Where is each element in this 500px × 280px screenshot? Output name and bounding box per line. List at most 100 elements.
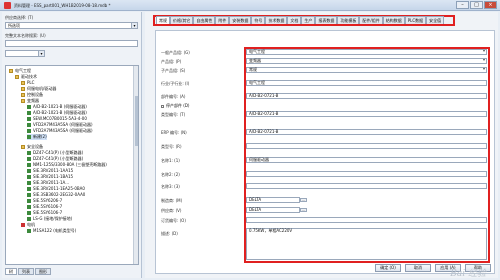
property-tabs: 常规 价格/其它 自由属性 附件 安装数据 符号 技术数据 文档 生产 报表数据… [153,15,455,26]
properties-panel: 常规 价格/其它 自由属性 附件 安装数据 符号 技术数据 文档 生产 报表数据… [145,12,498,279]
tab-list[interactable]: 列表 [18,268,34,275]
tab-production[interactable]: 生产 [301,16,316,24]
part-icon [27,193,31,197]
part-icon [27,229,31,233]
folder-icon [21,99,25,103]
checkbox-icon [161,104,164,108]
chevron-down-icon: ▾ [38,51,44,56]
field-label: 子产品组: (S) [161,68,186,73]
tab-attachments[interactable]: 附件 [215,16,230,24]
tree-label: 新建(2) [33,134,47,139]
type-dropdown[interactable]: 所选项 ▾ [5,22,138,29]
part-icon [27,217,31,221]
industry-field[interactable]: 电气工程 [246,80,487,86]
watermark-text: Bai 经验 [450,269,486,279]
field-label: 部件编号: (A) [161,94,186,99]
tab-price[interactable]: 价格/其它 [170,16,194,24]
left-panel: 供应商选择: (T) 所选项 ▾ 完整文本名称搜索: (U) ▾ 电气工程 驱动… [2,12,142,278]
field-label: 制造商: (M) [161,198,183,203]
discontinued-checkbox[interactable]: 停产部件 (D) [161,103,189,109]
folder-icon [21,93,25,97]
checkbox-label: 停产部件 (D) [166,103,190,108]
filter-dropdown[interactable]: ▾ [5,50,45,57]
tree-node-selected[interactable]: 新建(2) [27,134,47,140]
folder-icon [21,87,25,91]
tree-label: LS-G (接地/保护接地) [33,216,73,221]
part-icon [27,151,31,155]
view-tabs: 树 列表 图形 [5,268,51,275]
close-button[interactable]: × [484,1,497,9]
name1-field[interactable]: 伺服驱动器 [246,157,487,163]
field-label: 供应商: (V) [161,208,182,213]
general-form: 一般产品组: (G) 电气工程 产品组: (P) 变频器 子产品组: (S) 常… [155,30,495,274]
part-icon [27,123,31,127]
sub-product-group-select[interactable]: 常规 [246,67,487,73]
tab-tree[interactable]: 树 [5,268,17,275]
part-icon [27,205,31,209]
tab-report-data[interactable]: 报表数据 [315,16,338,24]
tree-node[interactable]: M1SA122 (电机类型号) [27,228,76,234]
part-icon [27,129,31,133]
app-icon [4,2,11,9]
part-icon [27,181,31,185]
tree-label: M1SA122 (电机类型号) [33,228,77,233]
field-label: 一般产品组: (G) [161,50,190,55]
tab-graphic[interactable]: 图形 [35,268,51,275]
part-icon [27,169,31,173]
window-controls: – □ × [456,1,497,9]
part-number-field[interactable]: A/D-B2-0721-B [246,93,487,99]
window-titlebar: 资料管理 - ESS_part001_WH1B2019-08-18.mdb * … [0,0,500,11]
product-group-select[interactable]: 变频器 [246,58,487,64]
scrollbar-thumb[interactable] [135,96,138,146]
part-icon [27,135,31,139]
tab-structure-data[interactable]: 结构数据 [382,16,405,24]
browse-button[interactable]: ... [300,208,307,212]
tab-function-templates[interactable]: 功能模板 [337,16,360,24]
part-icon [27,157,31,161]
part-icon [27,187,31,191]
tab-plc-data[interactable]: PLC数据 [404,16,427,24]
tree-scrollbar[interactable] [133,66,138,264]
tab-general[interactable]: 常规 [156,16,170,24]
folder-icon [9,69,13,73]
ok-button[interactable]: 确定 (O) [375,264,401,272]
search-label: 完整文本名称搜索: (U) [5,33,46,38]
window-title: 资料管理 - ESS_part001_WH1B2019-08-18.mdb * [14,3,111,8]
search-input[interactable] [5,40,138,47]
manufacturer-field[interactable]: DELTA... [246,197,307,203]
type-label: 供应商选择: (T) [5,15,34,20]
field-label: 描述: (D) [161,231,178,236]
field-label: 产品组: (P) [161,59,182,64]
general-product-group-select[interactable]: 电气工程 [246,49,487,55]
manufacturer-value: DELTA [249,197,262,202]
minimize-button[interactable]: – [456,1,469,9]
tab-mounting-data[interactable]: 安装数据 [229,16,252,24]
part-icon [27,105,31,109]
tab-documents[interactable]: 文档 [287,16,302,24]
tab-technical-data[interactable]: 技术数据 [265,16,288,24]
type-number-field[interactable]: A/D-B2-0721-B [246,111,487,117]
browse-button[interactable]: ... [300,198,307,202]
tab-symbols[interactable]: 符号 [251,16,266,24]
name3-field[interactable] [246,183,487,189]
cancel-button[interactable]: 取消 [405,264,431,272]
description-field[interactable]: 0.75KW，单相AC220V [246,228,487,260]
chevron-down-icon: ▾ [131,23,137,28]
tab-free-properties[interactable]: 自由属性 [193,16,216,24]
tab-accessories[interactable]: 配件/组件 [359,16,383,24]
part-icon [27,175,31,179]
field-label: 类型号: (R) [161,144,182,149]
tab-safety-values[interactable]: 安全值 [426,16,445,24]
maximize-button[interactable]: □ [470,1,483,9]
supplier-field[interactable]: DELTA... [246,207,307,213]
type-code-field[interactable] [246,143,487,149]
part-tree[interactable]: 电气工程 驱动技术 PLC 伺服电机/驱动器 控制设备 变频器 A/D-B2-1… [5,65,139,265]
name2-field[interactable] [246,171,487,177]
supplier-value: DELTA [249,207,262,212]
field-label: 名称1: (1) [161,158,180,163]
folder-icon [21,81,25,85]
part-icon [27,111,31,115]
erp-number-field[interactable]: A/D-B2-0721-B [246,129,487,135]
part-icon [27,117,31,121]
order-number-field[interactable] [246,217,487,223]
